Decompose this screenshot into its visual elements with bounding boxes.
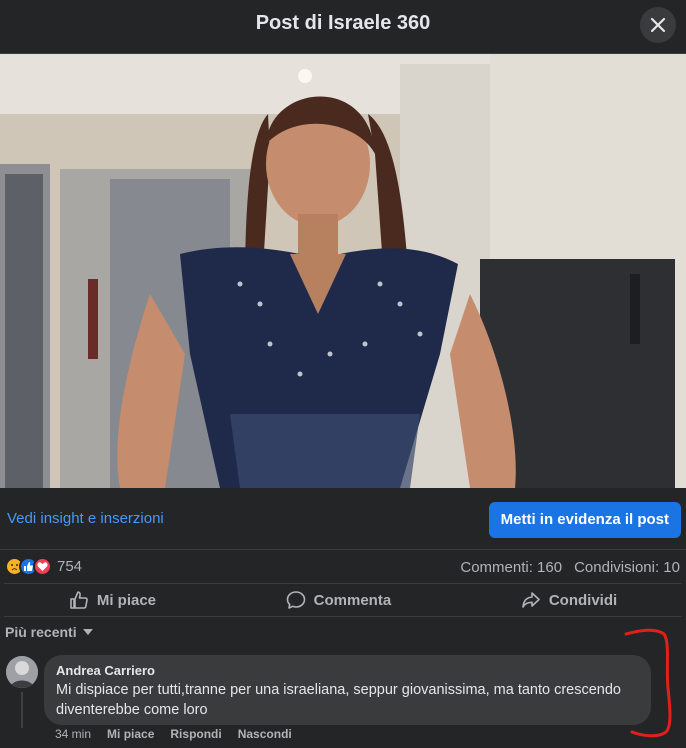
comment-button[interactable]: Commenta: [286, 584, 392, 616]
post-video-frame: [0, 54, 686, 488]
like-button[interactable]: Mi piace: [69, 584, 156, 616]
share-arrow-icon: [522, 592, 540, 608]
boost-post-button[interactable]: Metti in evidenza il post: [488, 502, 681, 538]
love-reaction-icon: [33, 557, 52, 576]
comment-meta: 34 min Mi piace Rispondi Nascondi: [55, 727, 308, 741]
comment-hide-link[interactable]: Nascondi: [238, 727, 292, 741]
red-bracket-annotation: [624, 628, 672, 738]
comment-author[interactable]: Andrea Carriero: [56, 663, 639, 678]
like-button-label: Mi piace: [96, 591, 157, 609]
avatar[interactable]: [6, 656, 38, 688]
insights-link[interactable]: Vedi insight e inserzioni: [7, 510, 164, 527]
close-icon: [650, 17, 666, 33]
comment-bubble: Andrea Carriero Mi dispiace per tutti,tr…: [44, 655, 651, 725]
post-actions-bar: Vedi insight e inserzioni Metti in evide…: [0, 488, 686, 550]
thread-line: [21, 692, 23, 728]
comment-sort-dropdown[interactable]: Più recenti: [5, 624, 93, 640]
share-button[interactable]: Condividi: [521, 584, 617, 616]
share-button-label: Condividi: [548, 591, 618, 609]
comments-count[interactable]: Commenti: 160: [460, 559, 562, 576]
chevron-down-icon: [82, 629, 93, 635]
comment-reply-link[interactable]: Rispondi: [170, 727, 221, 741]
close-button[interactable]: [640, 7, 676, 43]
engagement-counts: Commenti: 160 Condivisioni: 10: [460, 559, 680, 576]
dialog-title: Post di Israele 360: [255, 12, 431, 34]
thumbs-up-icon: [70, 591, 88, 609]
dialog-header: Post di Israele 360: [0, 0, 686, 54]
comment-bubble-icon: [286, 591, 305, 609]
comment-like-link[interactable]: Mi piace: [107, 727, 154, 741]
reaction-count: 754: [57, 558, 83, 575]
post-stats: 754 Commenti: 160 Condivisioni: 10: [0, 553, 686, 583]
reactions-summary[interactable]: 754: [5, 557, 82, 576]
post-video[interactable]: [0, 54, 686, 488]
comment-sort-label: Più recenti: [5, 624, 77, 640]
shares-count[interactable]: Condivisioni: 10: [574, 559, 680, 576]
post-action-buttons: Mi piace Commenta Condividi: [4, 583, 682, 617]
avatar-image: [6, 656, 38, 688]
comment-button-label: Commenta: [313, 591, 392, 609]
comment-timestamp[interactable]: 34 min: [55, 727, 91, 741]
comment-text: Mi dispiace per tutti,tranne per una isr…: [56, 682, 621, 718]
